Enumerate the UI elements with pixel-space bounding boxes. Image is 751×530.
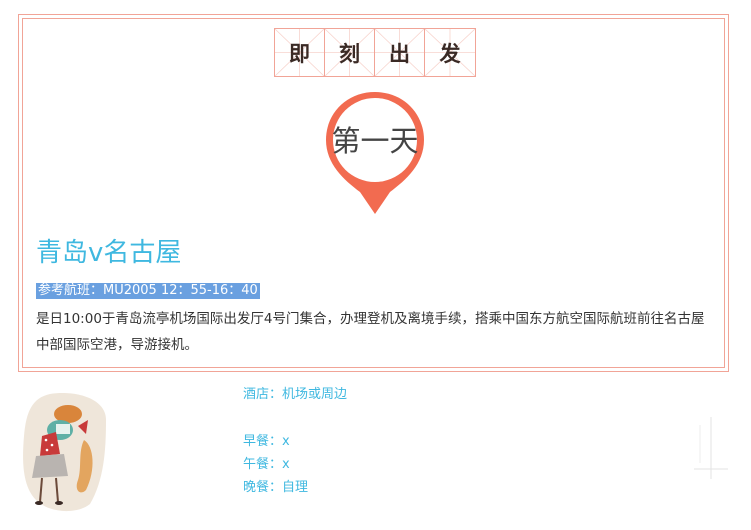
title-cell-2: 刻 [325, 29, 375, 76]
header-title-grid: 即 刻 出 发 [274, 28, 476, 77]
hotel-info: 酒店：机场或周边 [243, 387, 348, 402]
title-cell-1: 即 [275, 29, 325, 76]
accommodation-meals-info: 酒店：机场或周边 早餐：x 午餐：x 晚餐：自理 [243, 383, 347, 499]
title-char: 发 [439, 41, 461, 66]
dinner-info: 晚餐：自理 [243, 480, 309, 495]
title-cell-3: 出 [375, 29, 425, 76]
girl-illustration [23, 393, 106, 512]
breakfast-info: 早餐：x [243, 434, 290, 449]
title-char: 即 [289, 41, 310, 66]
title-char: 刻 [339, 41, 360, 66]
title-cell-4: 发 [425, 29, 475, 76]
day-label: 第一天 [331, 124, 419, 158]
corner-guide-lines [694, 417, 728, 479]
route-title: 青岛v名古屋 [36, 238, 182, 268]
lunch-info: 午餐：x [243, 457, 290, 472]
title-char: 出 [389, 41, 410, 66]
itinerary-description: 是日10:00于青岛流亭机场国际出发厅4号门集合，办理登机及离境手续，搭乘中国东… [36, 311, 705, 353]
flight-reference: 参考航班：MU2005 12：55-16：40 [36, 283, 260, 299]
